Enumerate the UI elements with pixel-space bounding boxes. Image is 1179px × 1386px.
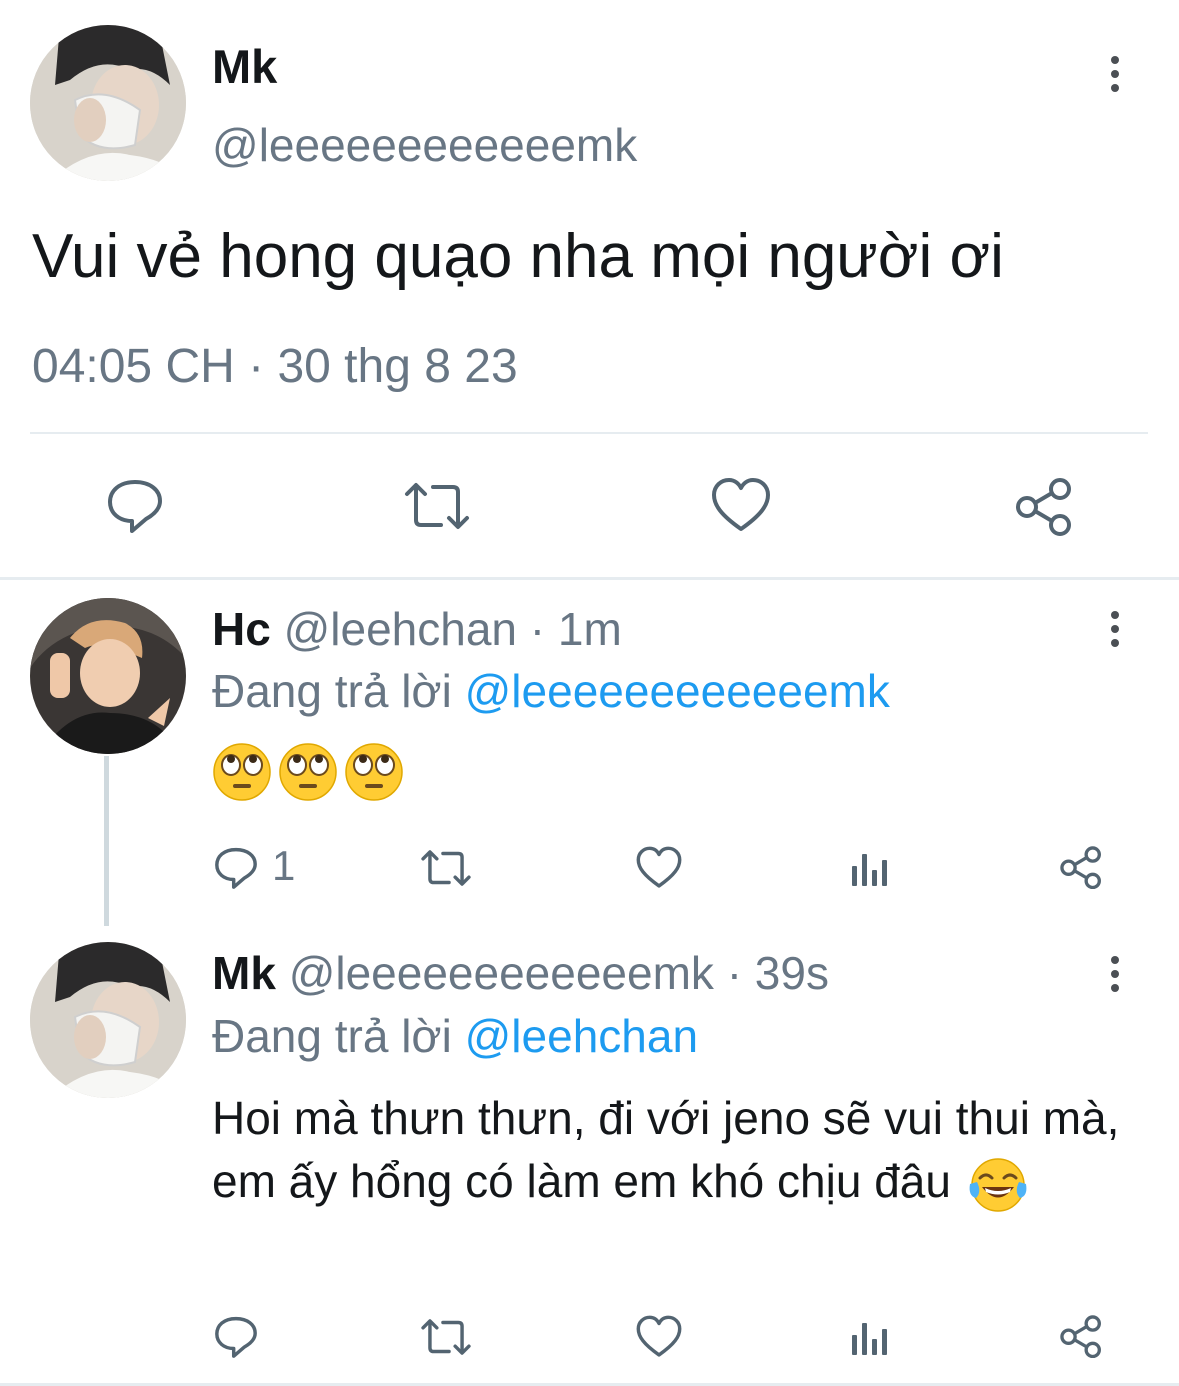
replying-to-line: Đang trả lời @leeeeeeeeeeeemk <box>212 665 890 717</box>
retweet-icon[interactable] <box>420 848 472 888</box>
reply-more-icon[interactable] <box>1103 605 1127 653</box>
divider <box>30 432 1148 434</box>
like-icon[interactable] <box>636 1315 682 1358</box>
main-tweet-text: Vui vẻ hong quạo nha mọi người ơi <box>32 222 1004 291</box>
share-icon[interactable] <box>1058 845 1104 889</box>
main-timestamp[interactable]: 04:05 CH · 30 thg 8 23 <box>32 338 518 396</box>
reply-display-name[interactable]: Mk <box>212 947 276 999</box>
analytics-icon[interactable] <box>850 1317 890 1357</box>
replying-to-prefix: Đang trả lời <box>212 1010 465 1062</box>
reply-emoji-row <box>212 743 404 801</box>
reply-handle-time[interactable]: @leeeeeeeeeeeemk · 39s <box>289 947 829 999</box>
face-with-rolling-eyes-icon <box>213 743 271 801</box>
like-icon[interactable] <box>636 846 682 889</box>
divider <box>0 577 1179 580</box>
replying-to-line: Đang trả lời @leehchan <box>212 1010 698 1062</box>
reply-icon[interactable] <box>213 845 259 891</box>
main-handle[interactable]: @leeeeeeeeeeeemk <box>212 118 637 172</box>
main-avatar[interactable] <box>30 25 186 181</box>
reply-icon[interactable] <box>105 476 165 536</box>
replying-to-handle[interactable]: @leehchan <box>465 1010 698 1062</box>
thread-line <box>104 756 109 926</box>
reply-display-name[interactable]: Hc <box>212 603 271 655</box>
main-display-name[interactable]: Mk <box>212 40 277 94</box>
reply-handle-time[interactable]: @leehchan · 1m <box>284 603 622 655</box>
share-icon[interactable] <box>1058 1314 1104 1358</box>
like-icon[interactable] <box>711 477 771 533</box>
reply-count: 1 <box>272 842 296 889</box>
reply-avatar[interactable] <box>30 942 186 1098</box>
reply-icon[interactable] <box>213 1314 259 1360</box>
analytics-icon[interactable] <box>850 848 890 888</box>
main-more-icon[interactable] <box>1103 50 1127 98</box>
face-with-rolling-eyes-icon <box>279 743 337 801</box>
replying-to-handle[interactable]: @leeeeeeeeeeeemk <box>465 665 890 717</box>
reply-text-block: Hoi mà thưn thưn, đi với jeno sẽ vui thu… <box>212 1087 1152 1214</box>
retweet-icon[interactable] <box>403 480 471 532</box>
retweet-icon[interactable] <box>420 1317 472 1357</box>
face-with-rolling-eyes-icon <box>345 743 403 801</box>
reply-avatar[interactable] <box>30 598 186 754</box>
reply-more-icon[interactable] <box>1103 950 1127 998</box>
face-with-tears-of-joy-icon <box>969 1158 1027 1212</box>
replying-to-prefix: Đang trả lời <box>212 665 465 717</box>
share-icon[interactable] <box>1013 476 1075 536</box>
